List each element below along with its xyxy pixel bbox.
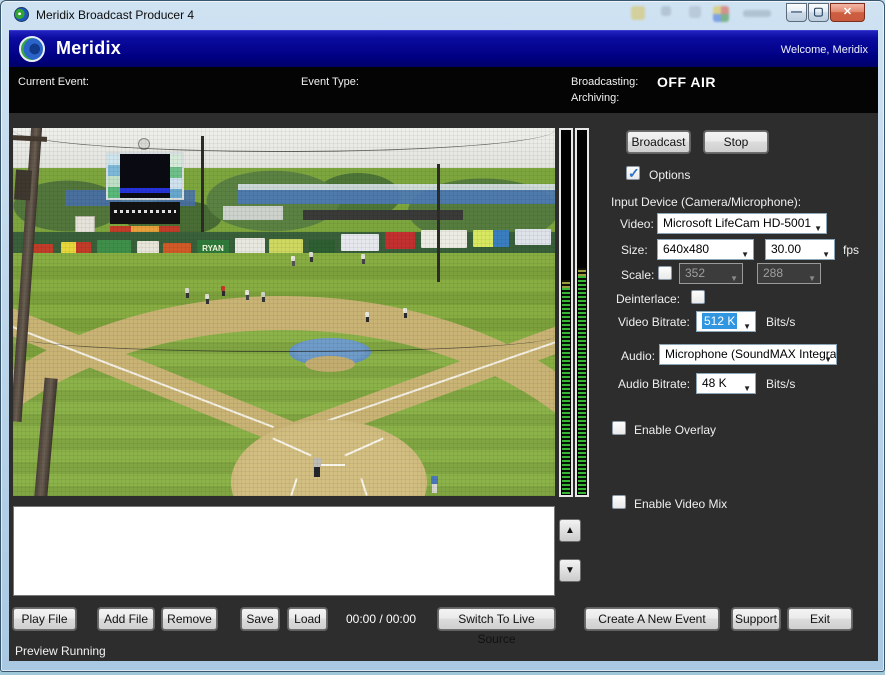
desktop-icon-blur: [689, 6, 701, 18]
scale-width-select: 352: [679, 263, 743, 284]
video-source-label: Video:: [620, 217, 654, 231]
desktop-icon-blur: [713, 6, 729, 22]
audio-bitrate-label: Audio Bitrate:: [618, 377, 690, 391]
save-button[interactable]: Save: [241, 608, 279, 630]
stop-button[interactable]: Stop: [704, 131, 768, 153]
preview-status-text: Preview Running: [15, 644, 106, 658]
app-window: Meridix Broadcast Producer 4 — ▢ ✕ Merid…: [0, 0, 885, 672]
load-button[interactable]: Load: [288, 608, 327, 630]
audio-bitrate-select[interactable]: 48 K: [696, 373, 756, 394]
desktop-icon-blur: [631, 6, 645, 20]
support-button[interactable]: Support: [732, 608, 780, 630]
welcome-text: Welcome, Meridix: [781, 44, 868, 56]
meridix-logo-icon: [19, 36, 45, 62]
video-bitrate-unit-label: Bits/s: [766, 315, 795, 329]
audio-source-select[interactable]: Microphone (SoundMAX Integra: [659, 344, 837, 365]
playlist-up-button[interactable]: ▲: [559, 519, 581, 542]
scene-backstop-net: [13, 128, 555, 496]
audio-level-meter-right: [575, 128, 589, 497]
video-bitrate-value: 512 K: [702, 313, 737, 329]
fps-unit-label: fps: [843, 243, 859, 257]
desktop-icon-blur: [743, 10, 771, 17]
playlist-down-button[interactable]: ▼: [559, 559, 581, 582]
broadcast-button[interactable]: Broadcast: [627, 131, 690, 153]
window-title: Meridix Broadcast Producer 4: [36, 8, 194, 22]
exit-button[interactable]: Exit: [788, 608, 852, 630]
archiving-label: Archiving:: [571, 92, 619, 104]
enable-video-mix-label: Enable Video Mix: [634, 497, 727, 511]
options-label: Options: [649, 168, 690, 182]
size-select[interactable]: 640x480: [657, 239, 754, 260]
playlist-box[interactable]: [13, 506, 555, 596]
current-event-label: Current Event:: [18, 76, 89, 88]
switch-to-live-button[interactable]: Switch To Live Source: [438, 608, 555, 630]
maximize-button[interactable]: ▢: [808, 3, 829, 22]
scale-height-select: 288: [757, 263, 821, 284]
video-preview: RYAN: [13, 128, 555, 496]
scale-label: Scale:: [621, 268, 654, 282]
fps-select[interactable]: 30.00: [765, 239, 835, 260]
remove-button[interactable]: Remove: [162, 608, 217, 630]
enable-video-mix-checkbox[interactable]: [612, 495, 626, 509]
enable-overlay-label: Enable Overlay: [634, 423, 716, 437]
brand-header: Meridix Welcome, Meridix: [9, 30, 878, 67]
play-file-button[interactable]: Play File: [13, 608, 76, 630]
scale-checkbox[interactable]: [658, 266, 672, 280]
title-bar[interactable]: Meridix Broadcast Producer 4 — ▢ ✕: [1, 1, 884, 29]
video-bitrate-select[interactable]: 512 K: [696, 311, 756, 332]
options-checkbox[interactable]: [626, 166, 640, 180]
video-source-select[interactable]: Microsoft LifeCam HD-5001: [657, 213, 827, 234]
brand-name: Meridix: [56, 38, 121, 59]
add-file-button[interactable]: Add File: [98, 608, 154, 630]
broadcasting-status-value: OFF AIR: [657, 74, 716, 90]
playback-time: 00:00 / 00:00: [346, 612, 416, 626]
audio-source-label: Audio:: [621, 349, 655, 363]
minimize-button[interactable]: —: [786, 3, 807, 22]
broadcasting-label: Broadcasting:: [571, 76, 638, 88]
size-label: Size:: [621, 243, 648, 257]
video-bitrate-label: Video Bitrate:: [618, 315, 690, 329]
deinterlace-checkbox[interactable]: [691, 290, 705, 304]
enable-overlay-checkbox[interactable]: [612, 421, 626, 435]
audio-level-meter-left: [559, 128, 573, 497]
event-type-label: Event Type:: [301, 76, 359, 88]
audio-bitrate-unit-label: Bits/s: [766, 377, 795, 391]
app-icon: [14, 7, 29, 22]
create-new-event-button[interactable]: Create A New Event: [585, 608, 719, 630]
close-button[interactable]: ✕: [830, 3, 865, 22]
event-status-bar: Current Event: Event Type: Broadcasting:…: [9, 67, 878, 113]
deinterlace-label: Deinterlace:: [616, 292, 680, 306]
desktop-icon-blur: [661, 6, 671, 16]
input-device-section-label: Input Device (Camera/Microphone):: [611, 195, 801, 209]
client-area: RYAN: [9, 113, 878, 661]
